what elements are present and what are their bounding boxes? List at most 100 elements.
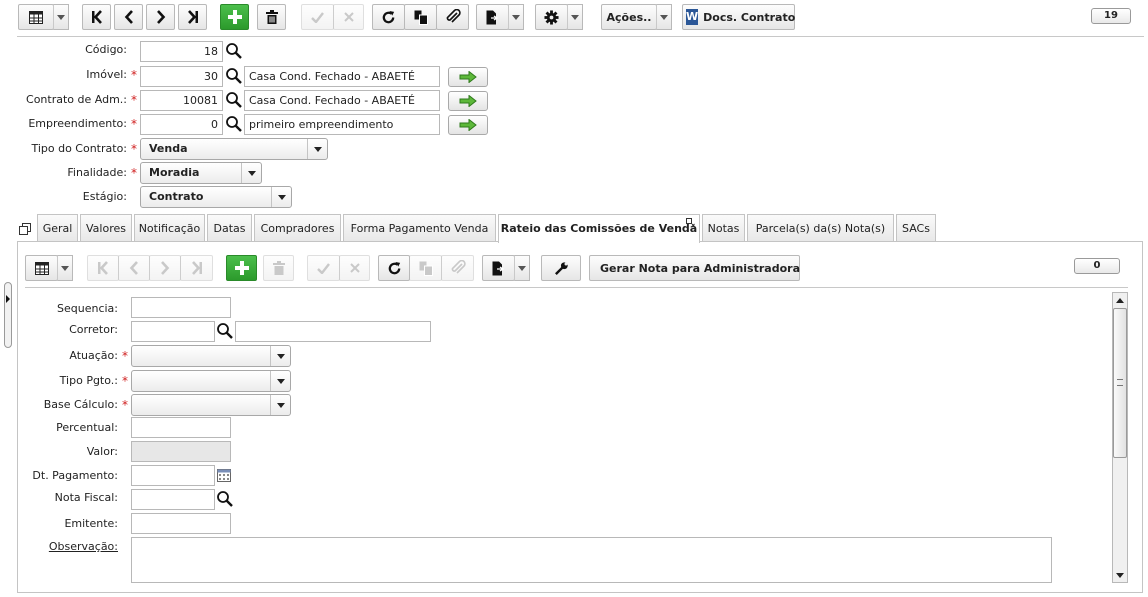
cancel-button[interactable] [333, 4, 364, 30]
acoes-label: Ações.. [606, 10, 652, 24]
search-icon[interactable] [216, 490, 234, 508]
word-document-icon: W [686, 9, 699, 25]
side-collapse-handle[interactable] [4, 282, 12, 348]
tab-datas[interactable]: Datas [207, 214, 252, 241]
required-mark: * [122, 398, 128, 412]
tab-sacs[interactable]: SACs [896, 214, 936, 241]
tab-forma-pagamento-venda[interactable]: Forma Pagamento Venda [343, 214, 496, 241]
finalidade-select[interactable]: Moradia [140, 162, 262, 184]
percentual-field[interactable] [131, 417, 231, 438]
copy-icon [414, 10, 428, 25]
settings-button[interactable] [535, 4, 568, 30]
docs-contrato-label: Docs. Contrato [703, 10, 796, 24]
imovel-field[interactable]: 30 [140, 66, 223, 87]
export-dropdown[interactable] [508, 4, 524, 30]
sub-export-button[interactable] [482, 255, 515, 281]
gerar-nota-button[interactable]: Gerar Nota para Administradora [589, 255, 800, 281]
tab-compradores[interactable]: Compradores [254, 214, 341, 241]
sub-attach-button[interactable] [441, 255, 474, 281]
tipo-pgto-label: Tipo Pgto.: [59, 374, 118, 387]
tipo-pgto-select[interactable] [131, 370, 291, 392]
check-icon [311, 11, 324, 23]
tab-notificacao[interactable]: Notificação [134, 214, 205, 241]
observacao-label[interactable]: Observação: [17, 540, 118, 553]
atuacao-select[interactable] [131, 345, 291, 367]
contrato-adm-field[interactable]: 10081 [140, 90, 223, 111]
acoes-dropdown[interactable] [656, 4, 672, 30]
vertical-scrollbar[interactable] [1112, 292, 1128, 583]
sub-next-record-button[interactable] [149, 255, 181, 281]
sequencia-field[interactable] [131, 297, 231, 318]
grid-view-button[interactable] [18, 4, 54, 30]
sub-first-record-button[interactable] [87, 255, 119, 281]
sub-delete-record-button[interactable] [263, 255, 294, 281]
grid-view-dropdown[interactable] [53, 4, 69, 30]
tab-geral[interactable]: Geral [37, 214, 78, 241]
empreendimento-field[interactable]: 0 [140, 114, 223, 135]
corretor-description-field[interactable] [235, 321, 431, 342]
detach-window-icon[interactable] [19, 223, 31, 235]
sub-tools-button[interactable] [541, 255, 581, 281]
sub-confirm-button[interactable] [307, 255, 340, 281]
finalidade-value: Moradia [149, 166, 200, 179]
sub-grid-view-dropdown[interactable] [57, 255, 73, 281]
imovel-open-button[interactable] [448, 67, 488, 87]
previous-record-button[interactable] [114, 4, 143, 30]
contrato-adm-description-field[interactable]: Casa Cond. Fechado - ABAETÉ [244, 90, 440, 111]
imovel-description-field[interactable]: Casa Cond. Fechado - ABAETÉ [244, 66, 440, 87]
first-record-button[interactable] [82, 4, 111, 30]
empreendimento-open-button[interactable] [448, 115, 488, 135]
scroll-down-button[interactable] [1113, 568, 1127, 582]
tab-notas[interactable]: Notas [702, 214, 745, 241]
sub-add-record-button[interactable] [226, 255, 257, 281]
search-icon[interactable] [216, 322, 234, 340]
sequencia-label: Sequencia: [57, 302, 118, 315]
corretor-field[interactable] [131, 321, 215, 342]
calendar-icon[interactable] [217, 469, 231, 482]
valor-label: Valor: [86, 445, 118, 458]
codigo-field[interactable]: 18 [140, 41, 223, 62]
settings-dropdown[interactable] [567, 4, 583, 30]
sub-refresh-button[interactable] [378, 255, 410, 281]
base-calculo-select[interactable] [131, 394, 291, 416]
docs-contrato-button[interactable]: W Docs. Contrato [682, 4, 795, 30]
sub-last-record-button[interactable] [180, 255, 213, 281]
scroll-thumb[interactable] [1113, 308, 1127, 458]
copy-button[interactable] [404, 4, 437, 30]
observacao-textarea[interactable] [131, 537, 1052, 583]
search-icon[interactable] [225, 42, 243, 60]
search-icon[interactable] [225, 91, 243, 109]
delete-record-button[interactable] [257, 4, 286, 30]
empreendimento-description-field[interactable]: primeiro empreendimento [244, 114, 440, 135]
estagio-select[interactable]: Contrato [140, 186, 292, 208]
sub-cancel-button[interactable] [339, 255, 370, 281]
dt-pagamento-field[interactable] [131, 465, 215, 486]
add-record-button[interactable] [220, 4, 249, 30]
next-record-button[interactable] [146, 4, 175, 30]
contrato-adm-open-button[interactable] [448, 91, 488, 111]
tab-parcelas-notas[interactable]: Parcela(s) da(s) Nota(s) [747, 214, 894, 241]
base-calculo-label: Base Cálculo: [43, 398, 118, 411]
tab-rateio-comissoes[interactable]: Rateio das Comissões de Venda [498, 214, 700, 243]
acoes-button[interactable]: Ações.. [601, 4, 657, 30]
refresh-button[interactable] [372, 4, 405, 30]
confirm-button[interactable] [301, 4, 334, 30]
tab-valores[interactable]: Valores [80, 214, 132, 241]
sub-toolbar-divider [25, 287, 1128, 288]
tipo-contrato-select[interactable]: Venda [140, 138, 328, 160]
nota-fiscal-field[interactable] [131, 489, 215, 510]
scroll-up-button[interactable] [1113, 293, 1127, 307]
tipo-contrato-value: Venda [149, 142, 188, 155]
sub-previous-record-button[interactable] [118, 255, 150, 281]
search-icon[interactable] [225, 115, 243, 133]
last-record-button[interactable] [178, 4, 207, 30]
attach-button[interactable] [436, 4, 469, 30]
sub-export-dropdown[interactable] [514, 255, 530, 281]
estagio-label: Estágio: [82, 190, 127, 203]
emitente-field[interactable] [131, 513, 231, 534]
sub-grid-view-button[interactable] [25, 255, 58, 281]
detach-tab-icon[interactable] [686, 218, 695, 227]
search-icon[interactable] [225, 67, 243, 85]
sub-copy-button[interactable] [409, 255, 442, 281]
export-button[interactable] [476, 4, 509, 30]
